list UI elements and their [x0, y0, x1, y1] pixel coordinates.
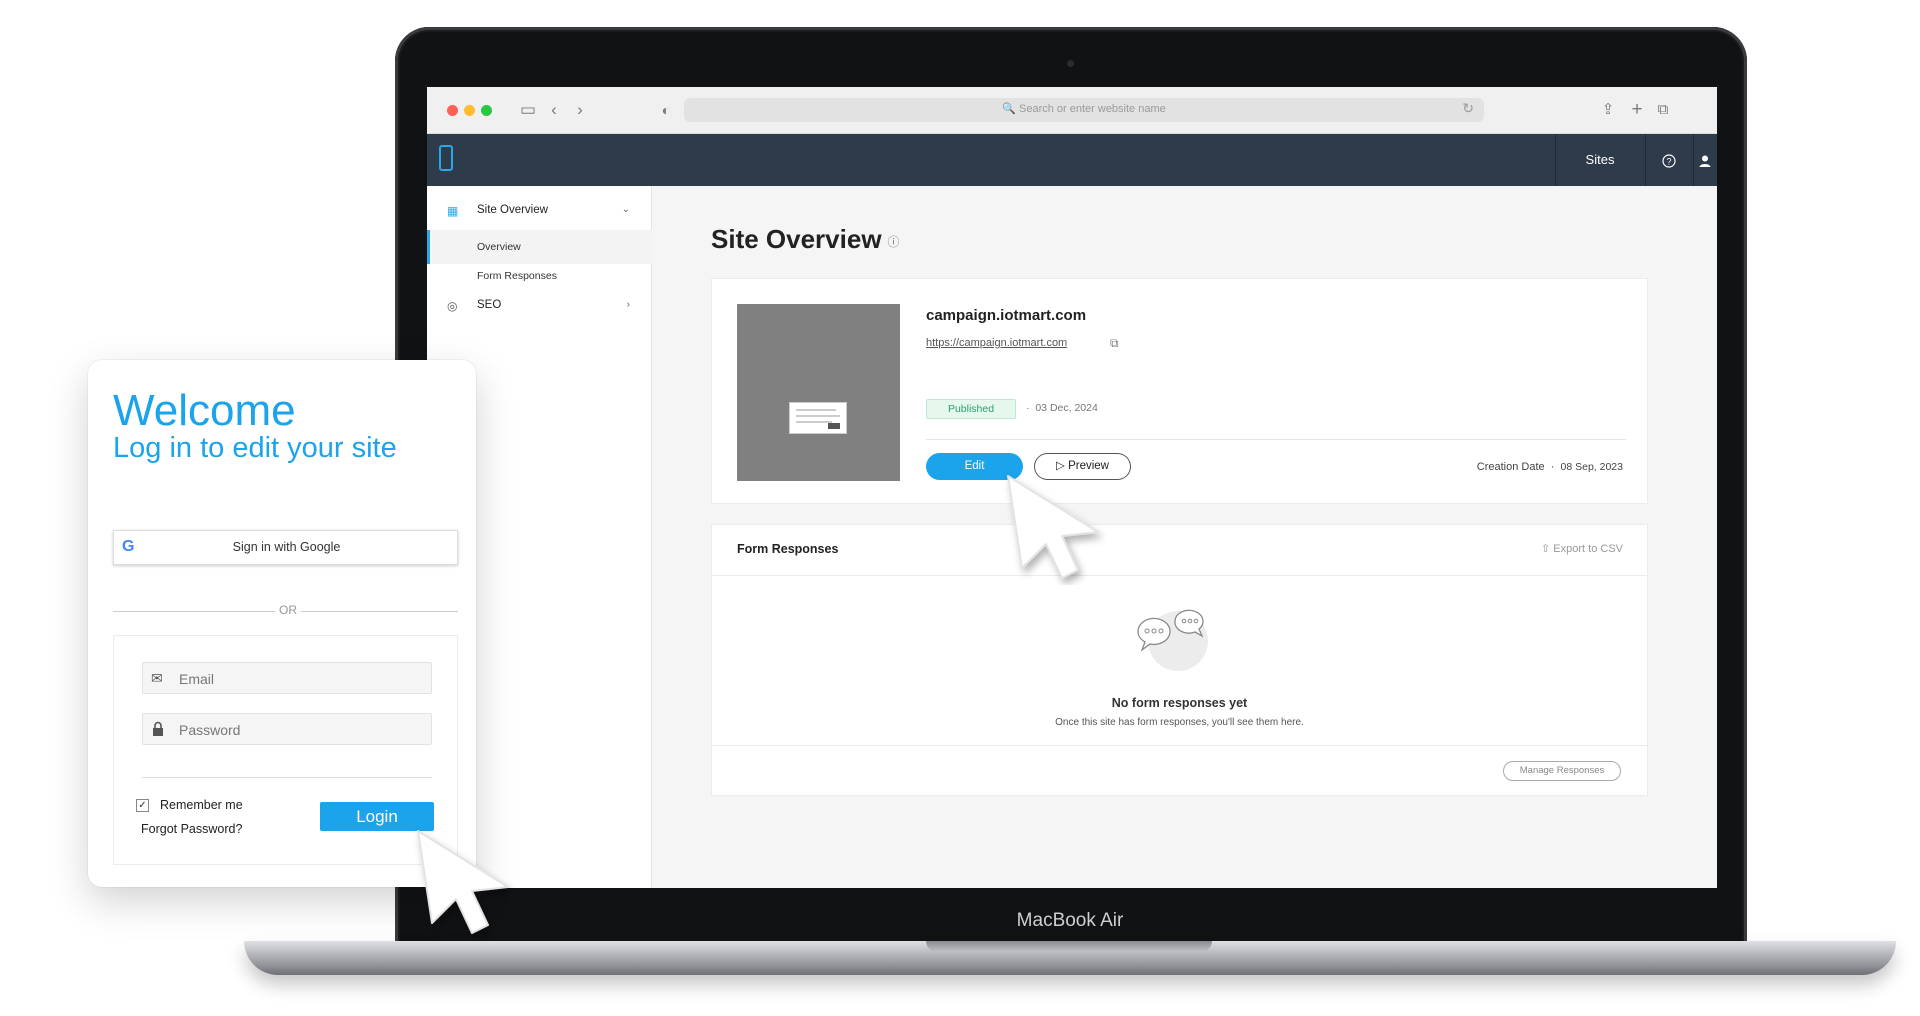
- welcome-subtitle: Log in to edit your site: [113, 432, 397, 464]
- close-window-button[interactable]: [447, 105, 458, 116]
- password-placeholder: Password: [179, 722, 241, 738]
- page-title-text: Site Overview: [711, 224, 882, 254]
- new-tab-icon[interactable]: +: [1626, 98, 1648, 122]
- device-label: MacBook Air: [1016, 910, 1124, 931]
- empty-state-title: No form responses yet: [1111, 696, 1248, 710]
- export-label: Export to CSV: [1553, 543, 1623, 555]
- copy-icon[interactable]: ⧉: [1110, 336, 1119, 351]
- google-sign-in-label: Sign in with Google: [232, 540, 341, 554]
- mouse-pointer-icon: [417, 830, 509, 934]
- sidebar-item-form-responses[interactable]: Form Responses: [427, 259, 652, 293]
- chevron-right-icon: ›: [626, 299, 630, 310]
- browser-toolbar: ▭ ‹ › ◐ 🔍 Search or enter website name ↻…: [427, 87, 1717, 134]
- remember-me-label: Remember me: [160, 798, 243, 812]
- empty-state-subtitle: Once this site has form responses, you'l…: [1055, 717, 1304, 728]
- form-responses-card: Form Responses ⇧ Export to CSV No form r…: [711, 524, 1648, 796]
- globe-icon: ◎: [447, 299, 458, 313]
- grid-icon: ▦: [447, 204, 459, 218]
- creation-date-value: 08 Sep, 2023: [1560, 461, 1623, 473]
- help-icon[interactable]: ?: [1645, 134, 1693, 186]
- status-badge: Published: [926, 399, 1016, 419]
- published-date-value: 03 Dec, 2024: [1035, 402, 1098, 414]
- camera: [1067, 60, 1074, 67]
- sidebar-icon[interactable]: ▭: [517, 98, 539, 122]
- divider: [142, 777, 432, 778]
- creation-date-label: Creation Date: [1476, 461, 1545, 473]
- export-csv-link[interactable]: ⇧ Export to CSV: [1541, 542, 1623, 555]
- address-placeholder: 🔍 Search or enter website name: [1002, 103, 1166, 115]
- site-url-link[interactable]: https://campaign.iotmart.com: [926, 337, 1067, 349]
- svg-text:?: ?: [1666, 157, 1671, 167]
- reload-icon[interactable]: ↻: [1462, 100, 1474, 117]
- sidebar-item-label: SEO: [477, 299, 502, 311]
- page-title: Site Overview ⓘ: [711, 224, 900, 255]
- shield-icon[interactable]: ◐: [655, 98, 677, 122]
- divider: [712, 575, 1647, 576]
- chat-bubbles-icon: [1137, 609, 1208, 671]
- share-icon[interactable]: ⇪: [1597, 98, 1619, 122]
- password-field[interactable]: Password: [142, 713, 432, 745]
- main-content: Site Overview ⓘ campaign.iotmart.com http…: [652, 186, 1717, 888]
- welcome-heading: Welcome: [113, 386, 296, 435]
- login-card: Welcome Log in to edit your site G Sign …: [88, 360, 476, 887]
- published-date: · 03 Dec, 2024: [1026, 402, 1098, 414]
- forgot-password-link[interactable]: Forgot Password?: [141, 822, 242, 836]
- thumbnail-preview: [789, 402, 847, 434]
- mouse-pointer-icon: [1007, 475, 1099, 579]
- user-icon[interactable]: [1693, 134, 1717, 186]
- site-thumbnail[interactable]: [737, 304, 900, 481]
- sidebar-item-label: Site Overview: [477, 204, 548, 216]
- site-domain: campaign.iotmart.com: [926, 307, 1087, 324]
- info-icon[interactable]: ⓘ: [888, 235, 900, 249]
- google-sign-in-button[interactable]: G Sign in with Google: [113, 530, 458, 565]
- marketing-composite: MacBook Air ▭ ‹ › ◐ 🔍 Search or enter we…: [0, 0, 1920, 1016]
- sidebar-item-seo[interactable]: ◎ SEO ›: [427, 299, 652, 315]
- chevron-down-icon: ⌄: [621, 204, 630, 215]
- site-card: campaign.iotmart.com https://campaign.io…: [711, 278, 1648, 504]
- upload-icon: ⇧: [1541, 543, 1551, 555]
- sidebar-item-site-overview[interactable]: ▦ Site Overview ⌄: [427, 204, 652, 220]
- email-placeholder: Email: [179, 671, 215, 687]
- address-bar[interactable]: 🔍 Search or enter website name ↻: [684, 98, 1484, 122]
- app-header: Sites ?: [427, 134, 1717, 186]
- manage-responses-button[interactable]: Manage Responses: [1503, 761, 1621, 781]
- minimize-window-button[interactable]: [464, 105, 475, 116]
- envelope-icon: ✉: [151, 670, 163, 686]
- email-field[interactable]: ✉ Email: [142, 662, 432, 694]
- divider: [926, 439, 1626, 440]
- lock-icon: [151, 721, 165, 740]
- sites-link[interactable]: Sites: [1555, 134, 1645, 186]
- or-label: OR: [275, 603, 301, 617]
- phone-logo-icon[interactable]: [439, 145, 453, 171]
- zoom-window-button[interactable]: [481, 105, 492, 116]
- laptop-notch: [926, 941, 1212, 952]
- back-icon[interactable]: ‹: [543, 98, 565, 122]
- form-responses-title: Form Responses: [737, 542, 839, 556]
- forward-icon[interactable]: ›: [569, 98, 591, 122]
- divider: [712, 745, 1647, 746]
- remember-me-checkbox[interactable]: ✓: [136, 799, 149, 812]
- tabs-icon[interactable]: ⧉: [1652, 98, 1674, 122]
- creation-date: Creation Date · 08 Sep, 2023: [1476, 461, 1623, 473]
- login-form: ✉ Email Password ✓ Remember me Forgot Pa…: [113, 635, 458, 865]
